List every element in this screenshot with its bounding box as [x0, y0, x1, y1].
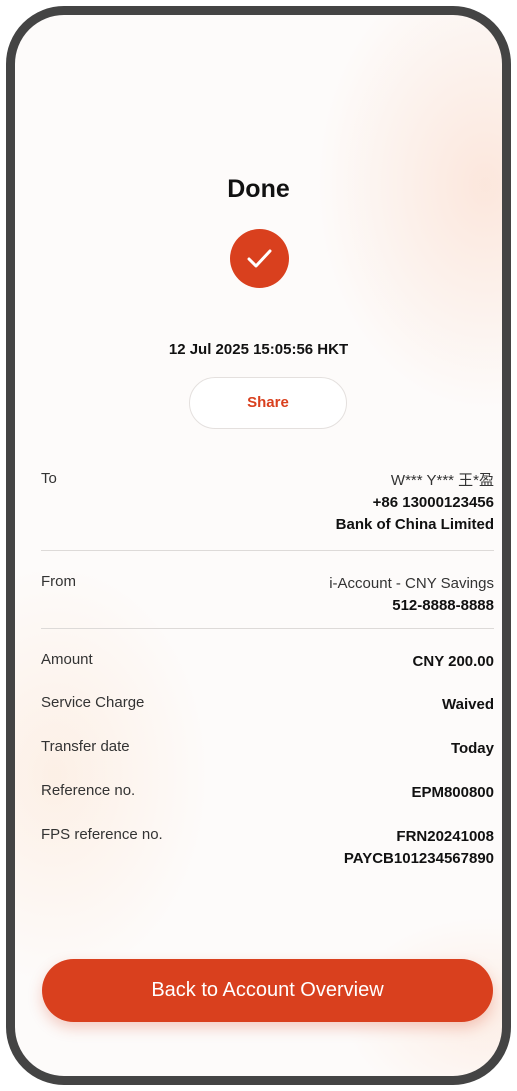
- amount-value: CNY 200.00: [413, 651, 494, 673]
- detail-row-reference: Reference no. EPM800800: [41, 782, 494, 804]
- divider: [41, 628, 494, 629]
- detail-row-amount: Amount CNY 200.00: [41, 651, 494, 673]
- amount-value-text: CNY 200.00: [412, 653, 494, 670]
- share-button[interactable]: Share: [189, 377, 347, 429]
- page-title: Done: [227, 175, 290, 203]
- reference-value: EPM800800: [411, 782, 494, 804]
- amount-label: Amount: [41, 651, 93, 668]
- phone-frame: Done 12 Jul 2025 15:05:56 HKT Share To W…: [6, 6, 511, 1085]
- from-value: i-Account - CNY Savings 512-8888-8888: [329, 573, 494, 617]
- transfer-date-label: Transfer date: [41, 738, 130, 755]
- source-account-name: i-Account - CNY Savings: [329, 575, 494, 592]
- to-value: W*** Y*** 王*盈 +86 13000123456 Bank of Ch…: [336, 470, 494, 536]
- service-charge-value-text: Waived: [442, 696, 494, 713]
- fps-reference-label: FPS reference no.: [41, 826, 163, 843]
- detail-row-to: To W*** Y*** 王*盈 +86 13000123456 Bank of…: [41, 470, 494, 540]
- reference-label: Reference no.: [41, 782, 136, 799]
- divider: [41, 550, 494, 551]
- from-label: From: [41, 573, 76, 590]
- fps-reference-line1: FRN20241008: [396, 828, 494, 845]
- success-check-icon: [230, 229, 289, 288]
- detail-row-fps-reference: FPS reference no. FRN20241008 PAYCB10123…: [41, 826, 494, 872]
- detail-row-transfer-date: Transfer date Today: [41, 738, 494, 760]
- fps-reference-line2: PAYCB101234567890: [343, 850, 494, 867]
- detail-row-from: From i-Account - CNY Savings 512-8888-88…: [41, 573, 494, 619]
- recipient-bank: Bank of China Limited: [335, 516, 494, 533]
- transaction-timestamp: 12 Jul 2025 15:05:56 HKT: [168, 341, 349, 358]
- transfer-date-value: Today: [451, 738, 494, 760]
- recipient-name: W*** Y*** 王*盈: [390, 472, 494, 489]
- source-account-number: 512-8888-8888: [392, 597, 494, 614]
- detail-row-service-charge: Service Charge Waived: [41, 694, 494, 716]
- reference-value-text: EPM800800: [411, 784, 494, 801]
- back-to-account-overview-button[interactable]: Back to Account Overview: [42, 959, 493, 1022]
- fps-reference-value: FRN20241008 PAYCB101234567890: [344, 826, 494, 870]
- transfer-date-value-text: Today: [450, 740, 494, 757]
- recipient-phone: +86 13000123456: [372, 494, 494, 511]
- service-charge-label: Service Charge: [41, 694, 145, 711]
- service-charge-value: Waived: [442, 694, 494, 716]
- to-label: To: [41, 470, 57, 487]
